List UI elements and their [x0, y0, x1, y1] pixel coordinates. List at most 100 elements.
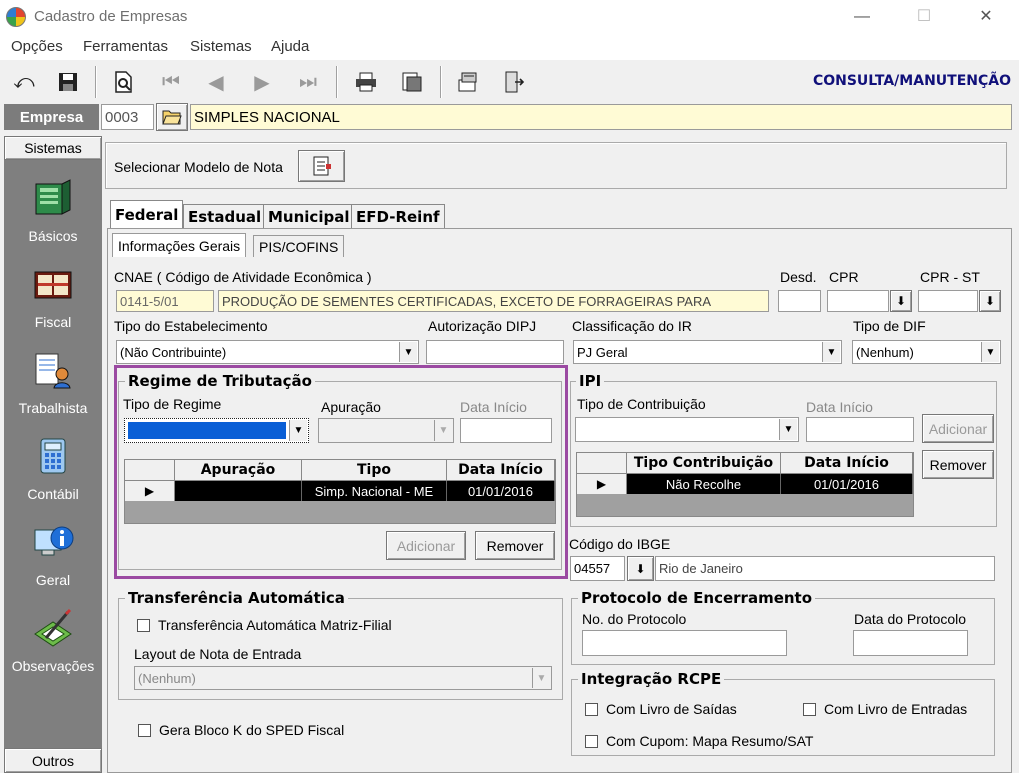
cupom-mapa-label: Com Cupom: Mapa Resumo/SAT — [606, 733, 814, 749]
tab-federal[interactable]: Federal — [110, 200, 184, 228]
classificacao-ir-select[interactable]: PJ Geral ▼ — [573, 340, 842, 364]
window-title: Cadastro de Empresas — [34, 8, 188, 25]
cupom-mapa-checkbox[interactable] — [585, 735, 598, 748]
tipo-dif-select[interactable]: (Nenhum) ▼ — [852, 340, 1001, 364]
livro-entradas-label: Com Livro de Entradas — [824, 701, 968, 717]
ibge-lookup-button[interactable]: ⬇ — [627, 556, 654, 581]
calculator-icon — [40, 438, 66, 474]
sidebar-item-geral[interactable]: Geral — [4, 516, 102, 600]
cpr-lookup-button[interactable]: ⬇ — [890, 290, 912, 312]
classificacao-ir-value: PJ Geral — [577, 344, 628, 360]
sidebar-item-trabalhista[interactable]: Trabalhista — [4, 344, 102, 428]
exit-door-icon[interactable] — [498, 66, 530, 98]
download-arrow-icon: ⬇ — [635, 561, 646, 576]
cnae-description-field[interactable]: PRODUÇÃO DE SEMENTES CERTIFICADAS, EXCET… — [218, 290, 769, 312]
desd-label: Desd. — [780, 269, 817, 285]
sidebar-header-sistemas[interactable]: Sistemas — [4, 136, 102, 160]
tipo-dif-value: (Nenhum) — [856, 344, 914, 360]
sidebar-item-observacoes[interactable]: Observações — [4, 602, 102, 686]
report-icon[interactable] — [396, 66, 428, 98]
minimize-button[interactable]: — — [838, 0, 886, 34]
menu-opcoes[interactable]: Opções — [11, 38, 63, 55]
last-record-icon[interactable]: ⏭ — [292, 66, 324, 98]
sidebar-item-label: Geral — [35, 572, 71, 588]
tab-efd-reinf[interactable]: EFD-Reinf — [351, 204, 445, 228]
cpr-st-lookup-button[interactable]: ⬇ — [979, 290, 1001, 312]
toolbar-separator — [336, 66, 338, 98]
sidebar-item-label: Básicos — [28, 228, 78, 244]
ipi-data-inicio-field[interactable] — [806, 417, 914, 442]
protocolo-title: Protocolo de Encerramento — [578, 589, 816, 607]
tipo-contribuicao-select[interactable]: ▼ — [575, 417, 799, 442]
row-indicator[interactable]: ▶ — [577, 474, 627, 494]
tab-municipal[interactable]: Municipal — [263, 204, 355, 228]
data-protocolo-label: Data do Protocolo — [854, 611, 967, 627]
sidebar-item-fiscal[interactable]: Fiscal — [4, 258, 102, 342]
tipo-estabelecimento-label: Tipo do Estabelecimento — [114, 318, 268, 334]
livro-saidas-checkbox[interactable] — [585, 703, 598, 716]
sidebar-item-contabil[interactable]: Contábil — [4, 430, 102, 514]
autorizacao-dipj-field[interactable] — [426, 340, 564, 364]
data-protocolo-field[interactable] — [853, 630, 968, 656]
desd-field[interactable] — [778, 290, 821, 312]
table-cell[interactable]: 01/01/2016 — [781, 474, 913, 494]
undo-icon[interactable]: ⤺ — [8, 66, 40, 98]
select-modelo-button[interactable] — [298, 150, 345, 182]
save-icon[interactable] — [52, 66, 84, 98]
transferencia-title: Transferência Automática — [125, 589, 348, 607]
menu-ferramentas[interactable]: Ferramentas — [83, 38, 168, 55]
toolbar-separator — [440, 66, 442, 98]
tools-icon[interactable] — [452, 66, 484, 98]
ibge-city-field[interactable]: Rio de Janeiro — [655, 556, 995, 581]
sidebar-footer-outros[interactable]: Outros — [4, 748, 102, 773]
maximize-button[interactable]: ☐ — [900, 0, 948, 34]
open-folder-icon — [162, 110, 182, 125]
next-record-icon[interactable]: ▶ — [246, 66, 278, 98]
grid-header-data-inicio[interactable]: Data Início — [781, 453, 913, 474]
mode-label: CONSULTA/MANUTENÇÃO — [812, 73, 1011, 89]
rcpe-title: Integração RCPE — [578, 670, 725, 688]
download-arrow-icon: ⬇ — [984, 294, 996, 308]
search-document-icon[interactable] — [108, 66, 140, 98]
table-cell[interactable]: Não Recolhe — [627, 474, 781, 494]
empresa-name-field[interactable]: SIMPLES NACIONAL — [190, 104, 1012, 130]
empresa-code-field[interactable]: 0003 — [101, 104, 154, 130]
document-grid-icon — [313, 156, 331, 176]
grid-header-tipo-contribuicao[interactable]: Tipo Contribuição — [627, 453, 781, 474]
chevron-down-icon: ▼ — [779, 419, 797, 440]
transferencia-checkbox[interactable] — [137, 619, 150, 632]
subtab-informacoes-gerais[interactable]: Informações Gerais — [112, 233, 247, 257]
tipo-estabelecimento-select[interactable]: (Não Contribuinte) ▼ — [116, 340, 419, 364]
close-button[interactable]: ✕ — [962, 0, 1010, 34]
ipi-adicionar-button[interactable]: Adicionar — [922, 414, 994, 443]
ibge-label: Código do IBGE — [569, 536, 671, 552]
tipo-estabelecimento-value: (Não Contribuinte) — [120, 344, 227, 360]
tab-estadual[interactable]: Estadual — [183, 204, 267, 228]
menu-ajuda[interactable]: Ajuda — [271, 38, 309, 55]
layout-nota-select[interactable]: (Nenhum) ▼ — [134, 666, 552, 690]
tipo-dif-label: Tipo de DIF — [853, 318, 926, 334]
menu-sistemas[interactable]: Sistemas — [190, 38, 252, 55]
first-record-icon[interactable]: ⏮ — [155, 66, 187, 98]
ledger-icon — [34, 271, 72, 299]
sidebar-item-basicos[interactable]: Básicos — [4, 172, 102, 256]
cpr-field[interactable] — [827, 290, 889, 312]
cnae-code-field[interactable]: 0141-5/01 — [116, 290, 214, 312]
livro-entradas-checkbox[interactable] — [803, 703, 816, 716]
subtab-pis-cofins[interactable]: PIS/COFINS — [253, 235, 345, 257]
open-folder-button[interactable] — [156, 103, 188, 131]
ibge-code-field[interactable]: 04557 — [570, 556, 625, 581]
ipi-title: IPI — [576, 372, 605, 390]
cpr-st-field[interactable] — [918, 290, 978, 312]
numero-protocolo-field[interactable] — [582, 630, 787, 656]
previous-record-icon[interactable]: ◀ — [200, 66, 232, 98]
sidebar-item-label: Contábil — [27, 486, 79, 502]
bloco-k-checkbox[interactable] — [138, 724, 151, 737]
toolbar-separator — [95, 66, 97, 98]
print-icon[interactable] — [350, 66, 382, 98]
sidebar-item-label: Observações — [11, 658, 95, 674]
highlight-frame — [114, 365, 568, 579]
ipi-remover-button[interactable]: Remover — [922, 450, 994, 479]
ipi-data-inicio-label: Data Início — [806, 399, 873, 415]
livro-saidas-label: Com Livro de Saídas — [606, 701, 737, 717]
